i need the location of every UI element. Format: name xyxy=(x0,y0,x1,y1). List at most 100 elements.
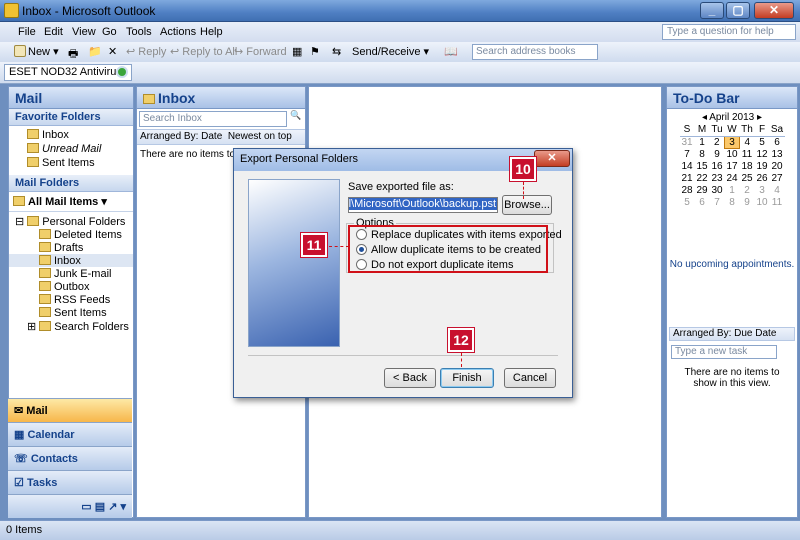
calendar-day[interactable]: 18 xyxy=(740,160,755,172)
menu-edit[interactable]: Edit xyxy=(44,26,63,38)
calendar-day[interactable]: 22 xyxy=(695,172,710,184)
calendar-day[interactable]: 31 xyxy=(680,136,695,148)
folder-deleted-items[interactable]: Deleted Items xyxy=(9,228,133,241)
calendar-day[interactable]: 19 xyxy=(755,160,770,172)
task-arrange-bar[interactable]: Arranged By: Due Date xyxy=(669,327,795,341)
menu-help[interactable]: Help xyxy=(200,26,223,38)
back-button[interactable]: < Back xyxy=(384,368,436,388)
send-receive-button[interactable]: Send/Receive ▾ xyxy=(352,45,429,58)
calendar-day[interactable]: 11 xyxy=(770,196,785,208)
calendar-day[interactable]: 1 xyxy=(725,184,740,196)
move-icon[interactable]: 📁 xyxy=(88,45,102,58)
menu-tools[interactable]: Tools xyxy=(126,26,152,38)
calendar-day[interactable]: 20 xyxy=(770,160,785,172)
calendar-day[interactable]: 2 xyxy=(740,184,755,196)
calendar-day[interactable]: 6 xyxy=(695,196,710,208)
calendar-day[interactable]: 16 xyxy=(710,160,725,172)
calendar-day[interactable]: 4 xyxy=(740,136,755,148)
calendar-day[interactable]: 3 xyxy=(724,135,740,149)
address-book-icon[interactable]: 📖 xyxy=(444,45,458,58)
calendar-day[interactable]: 17 xyxy=(725,160,740,172)
maximize-button[interactable]: ▢ xyxy=(726,2,750,19)
folder-junk-email[interactable]: Junk E-mail xyxy=(9,267,133,280)
folder-outbox[interactable]: Outbox xyxy=(9,280,133,293)
calendar-day[interactable]: 8 xyxy=(695,148,710,160)
calendar-day[interactable]: 25 xyxy=(740,172,755,184)
close-button[interactable]: ✕ xyxy=(754,2,794,19)
folder-list-icon[interactable]: ▤ xyxy=(95,501,105,513)
menu-file[interactable]: File xyxy=(18,26,36,38)
cancel-button[interactable]: Cancel xyxy=(504,368,556,388)
calendar-day[interactable]: 13 xyxy=(770,148,785,160)
nav-tasks-button[interactable]: ☑ Tasks xyxy=(8,470,132,494)
favorite-sent-items[interactable]: Sent Items xyxy=(9,155,133,175)
dialog-close-button[interactable]: ✕ xyxy=(534,150,570,167)
next-month-icon[interactable]: ▸ xyxy=(757,112,762,123)
folder-rss-feeds[interactable]: RSS Feeds xyxy=(9,293,133,306)
calendar-day[interactable]: 9 xyxy=(740,196,755,208)
delete-icon[interactable]: ✕ xyxy=(108,45,117,58)
calendar-day[interactable]: 12 xyxy=(755,148,770,160)
search-inbox-input[interactable]: Search Inbox xyxy=(139,111,287,127)
new-task-input[interactable]: Type a new task xyxy=(671,345,777,359)
calendar-day[interactable]: 11 xyxy=(740,148,755,160)
send-receive-icon[interactable]: ⇆ xyxy=(332,45,341,58)
calendar-day[interactable]: 28 xyxy=(680,184,695,196)
file-path-input[interactable]: Data\Local\Microsoft\Outlook\backup.pst xyxy=(348,197,498,213)
favorite-unread-mail[interactable]: Unread Mail xyxy=(9,141,133,155)
calendar-day[interactable]: 30 xyxy=(710,184,725,196)
personal-folders-node[interactable]: ⊟ Personal Folders xyxy=(9,212,133,228)
nav-mail-button[interactable]: ✉ Mail xyxy=(8,398,132,422)
calendar-day[interactable]: 5 xyxy=(680,196,695,208)
ask-question-input[interactable]: Type a question for help xyxy=(662,24,796,40)
browse-button[interactable]: Browse... xyxy=(502,195,552,215)
minimize-button[interactable]: _ xyxy=(700,2,724,19)
all-mail-items-dropdown[interactable]: All Mail Items ▾ xyxy=(9,192,133,212)
flag-icon[interactable]: ⚑ xyxy=(310,45,320,58)
forward-button[interactable]: ↪ Forward xyxy=(234,45,287,58)
calendar-day[interactable]: 8 xyxy=(725,196,740,208)
calendar-day[interactable]: 9 xyxy=(710,148,725,160)
folder-search-folders[interactable]: ⊞ Search Folders xyxy=(9,319,133,333)
calendar-day[interactable]: 10 xyxy=(725,148,740,160)
date-navigator[interactable]: S M Tu W Th F Sa 31 1 2 3 4 5 6 7 8 9 10 11 12 13 14 15 16 17 18… xyxy=(679,124,785,208)
calendar-day[interactable]: 21 xyxy=(680,172,695,184)
mail-folders-header[interactable]: Mail Folders xyxy=(9,175,133,192)
calendar-day[interactable]: 29 xyxy=(695,184,710,196)
calendar-day[interactable]: 5 xyxy=(755,136,770,148)
new-button[interactable]: New ▾ xyxy=(14,45,59,58)
menu-go[interactable]: Go xyxy=(102,26,117,38)
shortcuts-icon[interactable]: ↗ xyxy=(108,501,117,513)
calendar-day[interactable]: 3 xyxy=(755,184,770,196)
calendar-day[interactable]: 15 xyxy=(695,160,710,172)
calendar-day[interactable]: 7 xyxy=(710,196,725,208)
calendar-day[interactable]: 14 xyxy=(680,160,695,172)
menu-view[interactable]: View xyxy=(72,26,96,38)
favorite-folders-header[interactable]: Favorite Folders xyxy=(9,109,133,126)
reply-all-button[interactable]: ↩ Reply to All xyxy=(170,45,237,58)
nav-calendar-button[interactable]: ▦ Calendar xyxy=(8,422,132,446)
calendar-day[interactable]: 2 xyxy=(710,136,725,148)
reply-button[interactable]: ↩ Reply xyxy=(126,45,166,58)
folder-drafts[interactable]: Drafts xyxy=(9,241,133,254)
prev-month-icon[interactable]: ◂ xyxy=(702,112,707,123)
calendar-day[interactable]: 6 xyxy=(770,136,785,148)
nav-shortcuts-bar[interactable]: ▭ ▤ ↗ ▾ xyxy=(8,494,132,518)
menu-actions[interactable]: Actions xyxy=(160,26,196,38)
folder-sent-items[interactable]: Sent Items xyxy=(9,306,133,319)
address-search-input[interactable]: Search address books xyxy=(472,44,598,60)
arrange-by-bar[interactable]: Arranged By: Date Newest on top xyxy=(137,129,305,145)
calendar-day[interactable]: 4 xyxy=(770,184,785,196)
search-icon[interactable]: 🔍 xyxy=(290,110,301,121)
notes-icon[interactable]: ▭ xyxy=(81,501,91,513)
finish-button[interactable]: Finish xyxy=(440,368,494,388)
calendar-day[interactable]: 27 xyxy=(770,172,785,184)
folder-inbox[interactable]: Inbox xyxy=(9,254,133,267)
calendar-day[interactable]: 1 xyxy=(695,136,710,148)
calendar-day[interactable]: 24 xyxy=(725,172,740,184)
calendar-day[interactable]: 23 xyxy=(710,172,725,184)
eset-dropdown[interactable]: ESET NOD32 Antivirus xyxy=(4,64,132,81)
calendar-day[interactable]: 7 xyxy=(680,148,695,160)
categorize-icon[interactable]: ▦ xyxy=(292,45,302,58)
nav-contacts-button[interactable]: ☏ Contacts xyxy=(8,446,132,470)
